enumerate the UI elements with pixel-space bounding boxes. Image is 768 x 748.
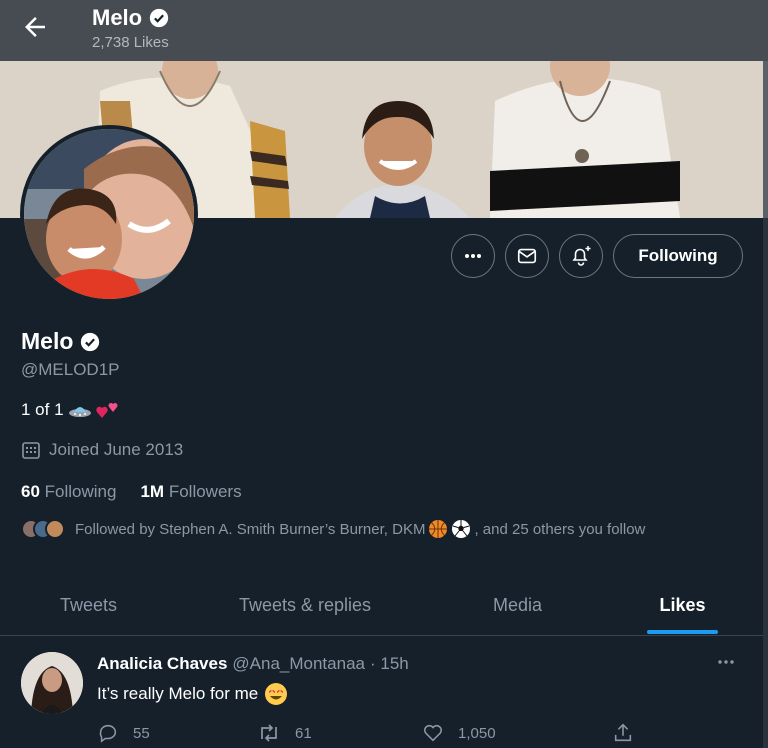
notification-bell-icon: [572, 246, 591, 266]
avatar: [45, 519, 65, 539]
profile-counts: 60 Following 1M Followers: [21, 482, 242, 502]
soccer-ball-emoji-icon: [451, 519, 471, 539]
verified-badge-icon: [79, 331, 101, 353]
active-tab-indicator: [647, 630, 718, 634]
basketball-emoji-icon: [428, 519, 448, 539]
reply-icon: [97, 722, 119, 744]
followers-count-link[interactable]: 1M Followers: [140, 482, 241, 502]
tweet-author-name[interactable]: Analicia Chaves: [97, 654, 227, 674]
profile-handle: @MELOD1P: [21, 360, 120, 379]
notifications-button[interactable]: [559, 234, 603, 278]
tweet-author-avatar[interactable]: [21, 652, 83, 714]
message-button[interactable]: [505, 234, 549, 278]
like-button[interactable]: 1,050: [422, 722, 612, 744]
tweet-text: It’s really Melo for me: [97, 682, 288, 706]
more-icon: [465, 254, 481, 258]
header-likes-count: 2,738 Likes: [92, 34, 169, 51]
tweet-actions: 55 61 1,050: [97, 722, 642, 744]
tab-likes[interactable]: Likes: [620, 575, 745, 635]
tweet-card[interactable]: Analicia Chaves @Ana_Montanaa · 15h It’s…: [0, 636, 763, 748]
following-count-link[interactable]: 60 Following: [21, 482, 116, 502]
followed-by-avatars: [21, 519, 65, 539]
verified-badge-icon: [148, 7, 170, 29]
profile-bio: 1 of 1: [21, 400, 120, 420]
retweet-icon: [257, 722, 281, 744]
ufo-emoji-icon: [68, 400, 92, 420]
two-hearts-emoji-icon: [95, 400, 120, 420]
tab-tweets-replies[interactable]: Tweets & replies: [215, 575, 395, 635]
header-title: Melo: [92, 5, 170, 31]
tweet-header: Analicia Chaves @Ana_Montanaa · 15h: [97, 654, 409, 674]
share-button[interactable]: [612, 722, 634, 744]
calendar-icon: [21, 440, 41, 460]
profile-avatar[interactable]: [20, 125, 198, 303]
more-options-button[interactable]: [451, 234, 495, 278]
heart-eyes-emoji-icon: [264, 682, 288, 706]
profile-joined: Joined June 2013: [21, 440, 183, 460]
share-icon: [612, 722, 634, 744]
profile-tabs: Tweets Tweets & replies Media Likes: [0, 575, 763, 636]
back-arrow-icon[interactable]: [20, 12, 50, 42]
tweet-more-icon[interactable]: [714, 650, 738, 674]
reply-button[interactable]: 55: [97, 722, 257, 744]
like-icon: [422, 722, 444, 744]
header-bar: Melo 2,738 Likes: [0, 0, 768, 61]
retweet-button[interactable]: 61: [257, 722, 422, 744]
tweet-time[interactable]: · 15h: [370, 654, 409, 674]
following-button[interactable]: Following: [613, 234, 743, 278]
tab-media[interactable]: Media: [455, 575, 580, 635]
message-icon: [517, 248, 537, 264]
followed-by-link[interactable]: Followed by Stephen A. Smith Burner’s Bu…: [21, 519, 645, 539]
profile-name: Melo: [21, 328, 101, 355]
scrollbar-thumb[interactable]: [763, 61, 768, 218]
tweet-author-handle[interactable]: @Ana_Montanaa: [232, 654, 365, 674]
tab-tweets[interactable]: Tweets: [21, 575, 156, 635]
profile-actions: Following: [451, 234, 743, 278]
